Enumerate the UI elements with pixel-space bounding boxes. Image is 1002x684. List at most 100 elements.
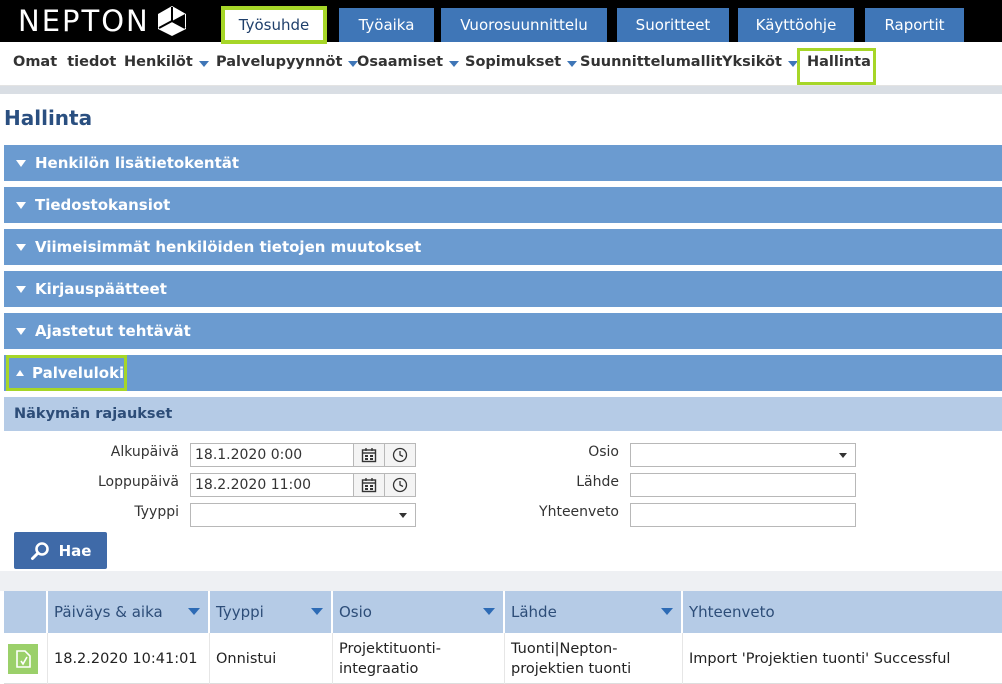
- dropdown-arrow-icon: [399, 513, 407, 518]
- section-ajastetut-tehtavat[interactable]: Ajastetut tehtävät: [4, 313, 1002, 349]
- cell-text: Onnistui: [216, 650, 277, 667]
- type-select[interactable]: [190, 503, 416, 527]
- section-label: Kirjauspäätteet: [35, 280, 167, 298]
- subnav-label: Henkilöt: [124, 54, 193, 70]
- subnav-item-osaamiset[interactable]: Osaamiset: [357, 54, 460, 70]
- search-button-label: Hae: [58, 541, 92, 560]
- column-header-label: Osio: [339, 603, 372, 621]
- clock-icon[interactable]: [384, 473, 416, 497]
- subnav-label: Palvelupyynnöt: [216, 54, 343, 70]
- grid-spacer: [0, 571, 1002, 591]
- column-header-summary[interactable]: Yhteenveto: [683, 591, 1002, 633]
- chevron-down-icon: [198, 60, 209, 67]
- start-date-field[interactable]: 18.1.2020 0:00: [190, 443, 354, 467]
- column-header-section[interactable]: Osio: [333, 591, 505, 633]
- source-field[interactable]: [630, 473, 856, 497]
- tab-kayttoohje[interactable]: Käyttöohje: [738, 8, 854, 42]
- cell-text: Projektituonti-integraatio: [339, 640, 441, 677]
- tab-raportit[interactable]: Raportit: [865, 8, 964, 42]
- column-header-label: Päiväys & aika: [54, 603, 163, 621]
- subnav-item-sopimukset[interactable]: Sopimukset: [465, 54, 578, 70]
- column-header-icon: [4, 591, 48, 633]
- chevron-down-icon[interactable]: [661, 608, 673, 615]
- logo-text: NEPTON: [18, 4, 150, 38]
- table-header: Päiväys & aika Tyyppi Osio Lähde Yhteenv…: [4, 591, 1002, 633]
- clock-icon[interactable]: [384, 443, 416, 467]
- section-filter-label: Osio: [588, 444, 619, 460]
- nepton-logo-icon: [157, 6, 186, 36]
- section-label: Tiedostokansiot: [35, 196, 171, 214]
- tab-label: Työsuhde: [238, 16, 310, 34]
- subnav-item-yksikot[interactable]: Yksiköt: [722, 54, 798, 70]
- end-date-field[interactable]: 18.2.2020 11:00: [190, 473, 354, 497]
- highlight-hallinta: [797, 48, 876, 85]
- clock-icon-svg: [392, 447, 408, 463]
- subnav-label: Osaamiset: [357, 54, 444, 70]
- end-date-label: Loppupäivä: [98, 474, 179, 490]
- tab-tyosuhde[interactable]: Työsuhde: [221, 6, 327, 44]
- divider: [0, 86, 1002, 94]
- expand-icon: [16, 201, 26, 209]
- tab-label: Vuorosuunnittelu: [460, 16, 588, 34]
- summary-field[interactable]: [630, 503, 856, 527]
- cell-section: Projektituonti-integraatio: [333, 633, 505, 684]
- filter-header: Näkymän rajaukset: [4, 397, 1002, 431]
- section-label: Viimeisimmät henkilöiden tietojen muutok…: [35, 238, 422, 256]
- top-header: NEPTON Työsuhde Työaika Vuorosuunnittelu…: [0, 0, 1002, 44]
- chevron-down-icon[interactable]: [311, 608, 323, 615]
- cell-datetime: 18.2.2020 10:41:01: [48, 633, 210, 684]
- column-header-datetime[interactable]: Päiväys & aika: [48, 591, 210, 633]
- expand-icon: [16, 327, 26, 335]
- tab-label: Raportit: [884, 16, 945, 34]
- cell-type: Onnistui: [210, 633, 333, 684]
- row-icon-cell: [4, 633, 48, 684]
- chevron-down-icon[interactable]: [483, 608, 495, 615]
- search-button[interactable]: Hae: [14, 532, 107, 569]
- cell-text: Tuonti|Nepton-projektien tuonti: [511, 640, 632, 677]
- page-title: Hallinta: [4, 106, 93, 130]
- tab-suoritteet[interactable]: Suoritteet: [617, 8, 729, 42]
- column-header-label: Yhteenveto: [689, 603, 775, 621]
- tab-label: Työaika: [358, 16, 415, 34]
- chevron-down-icon[interactable]: [188, 608, 200, 615]
- chevron-down-icon: [567, 60, 578, 67]
- table-row[interactable]: 18.2.2020 10:41:01 Onnistui Projektituon…: [4, 633, 1002, 684]
- expand-icon: [16, 159, 26, 167]
- subnav-item-omat-tiedot[interactable]: Omat tiedot: [13, 54, 116, 70]
- subnav-item-suunnittelumallit[interactable]: Suunnittelumallit: [580, 54, 722, 70]
- expand-icon: [16, 285, 26, 293]
- column-header-source[interactable]: Lähde: [505, 591, 683, 633]
- nepton-logo[interactable]: NEPTON: [18, 4, 188, 38]
- summary-label: Yhteenveto: [539, 504, 619, 520]
- cell-source: Tuonti|Nepton-projektien tuonti: [505, 633, 683, 684]
- subnav-item-palvelupyynnot[interactable]: Palvelupyynnöt: [216, 54, 359, 70]
- column-header-type[interactable]: Tyyppi: [210, 591, 333, 633]
- cell-summary: Import 'Projektien tuonti' Successful: [683, 633, 1002, 684]
- section-label: Ajastetut tehtävät: [35, 322, 191, 340]
- section-kirjauspaatteet[interactable]: Kirjauspäätteet: [4, 271, 1002, 307]
- subnav-label: Omat tiedot: [13, 54, 117, 70]
- filter-title: Näkymän rajaukset: [14, 406, 173, 422]
- source-label: Lähde: [576, 474, 619, 490]
- end-date-value: 18.2.2020 11:00: [195, 477, 312, 493]
- tab-vuorosuunnittelu[interactable]: Vuorosuunnittelu: [441, 8, 607, 42]
- subnav-item-henkilot[interactable]: Henkilöt: [124, 54, 209, 70]
- calendar-icon[interactable]: [353, 473, 385, 497]
- section-select[interactable]: [630, 443, 856, 467]
- section-tiedostokansiot[interactable]: Tiedostokansiot: [4, 187, 1002, 223]
- subnav-label: Sopimukset: [465, 54, 562, 70]
- calendar-icon-svg: [361, 478, 377, 493]
- dropdown-arrow-icon: [839, 453, 847, 458]
- section-palveluloki[interactable]: Palveluloki: [4, 355, 1002, 391]
- section-henkilon-lisatietokentat[interactable]: Henkilön lisätietokentät: [4, 145, 1002, 181]
- chevron-down-icon: [449, 60, 460, 67]
- cell-text: 18.2.2020 10:41:01: [54, 650, 198, 667]
- expand-icon: [16, 243, 26, 251]
- tab-tyoaika[interactable]: Työaika: [339, 8, 434, 42]
- search-icon: [30, 541, 49, 560]
- success-document-icon[interactable]: [8, 643, 38, 674]
- tab-label: Käyttöohje: [755, 16, 837, 34]
- calendar-icon[interactable]: [353, 443, 385, 467]
- section-viimeisimmat-muutokset[interactable]: Viimeisimmät henkilöiden tietojen muutok…: [4, 229, 1002, 265]
- clock-icon-svg: [392, 477, 408, 493]
